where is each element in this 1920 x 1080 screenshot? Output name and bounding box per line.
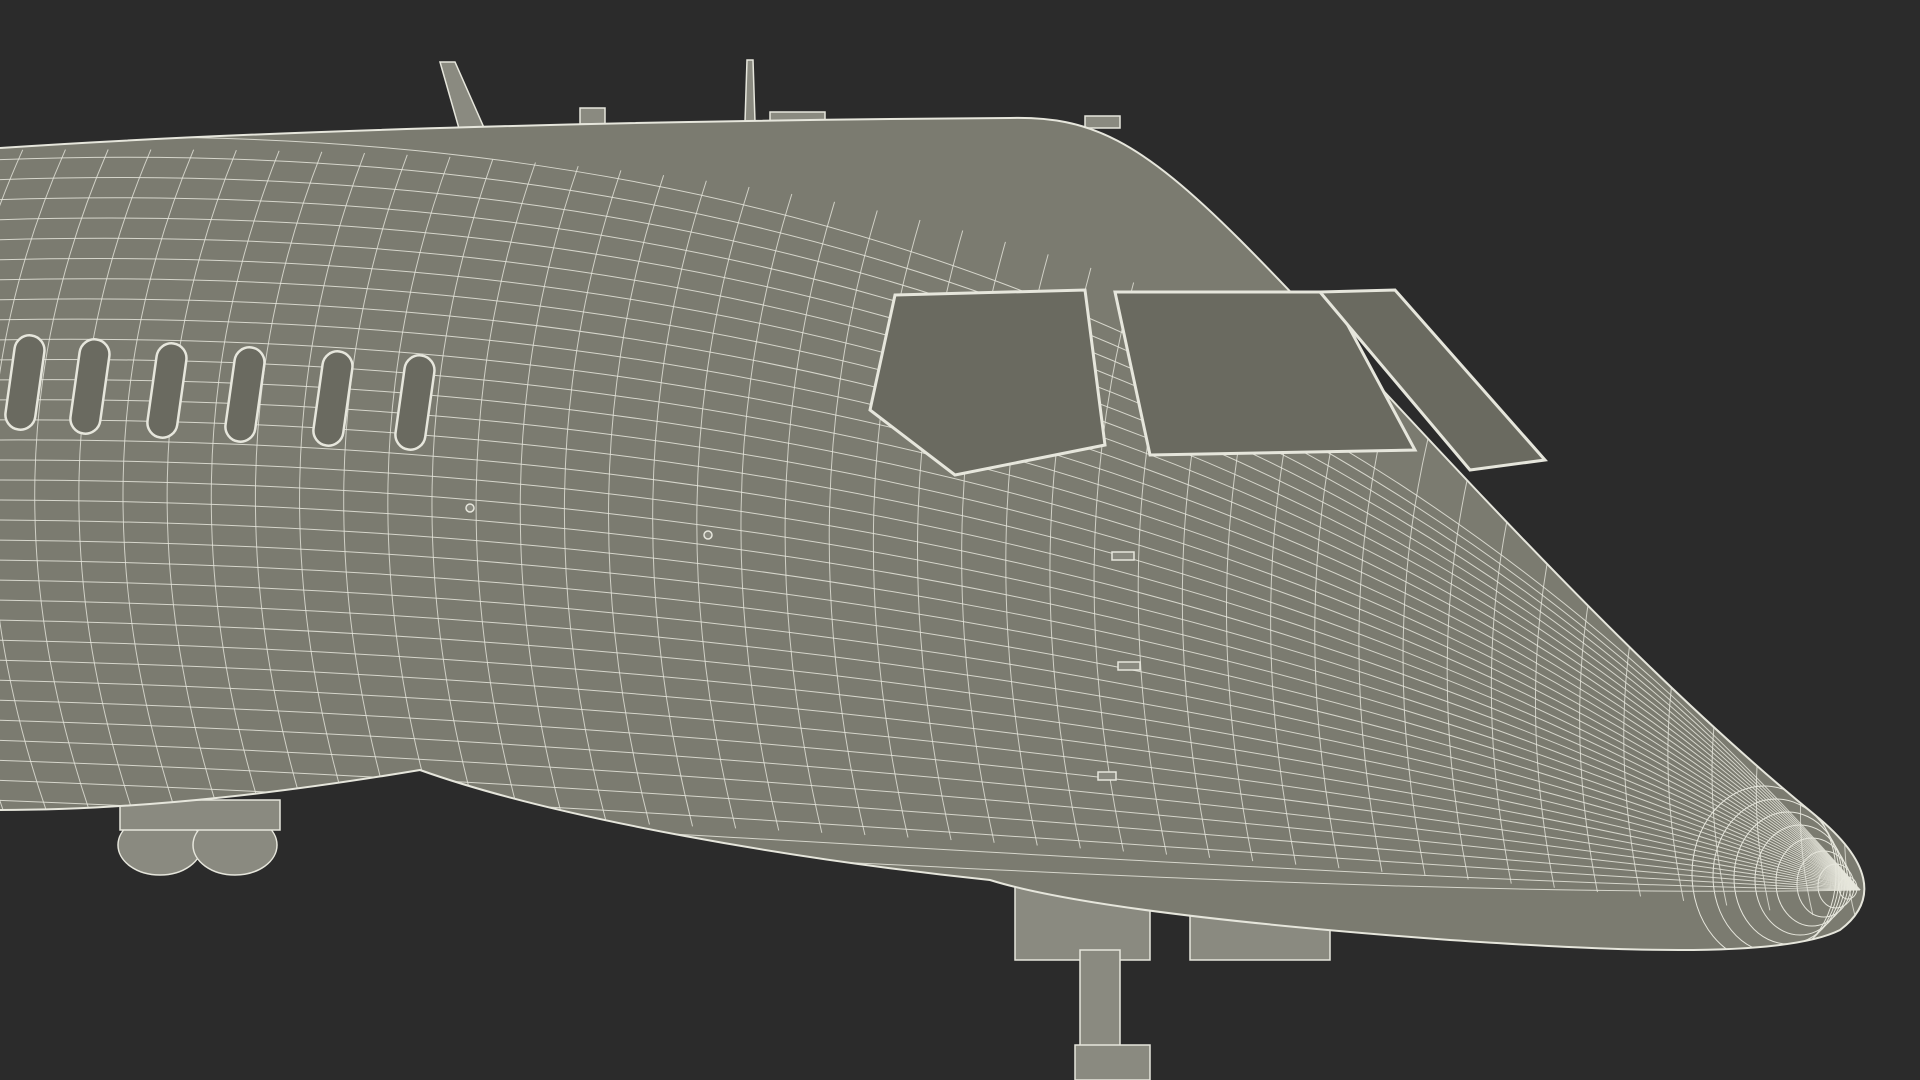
aoa-sensor [1097,771,1117,781]
nose-probe-plate [1084,115,1121,129]
wireframe-render [0,0,1920,1080]
nose-gear-wheel [1074,1044,1151,1080]
nose-gear-strut [1079,949,1121,1051]
pitot-probe [1117,661,1141,671]
pitot-probe [1111,551,1135,561]
static-port [465,503,475,513]
static-port [703,530,713,540]
antenna-stub [579,107,606,125]
antenna-mast [744,59,756,123]
render-viewport [0,0,1920,1080]
